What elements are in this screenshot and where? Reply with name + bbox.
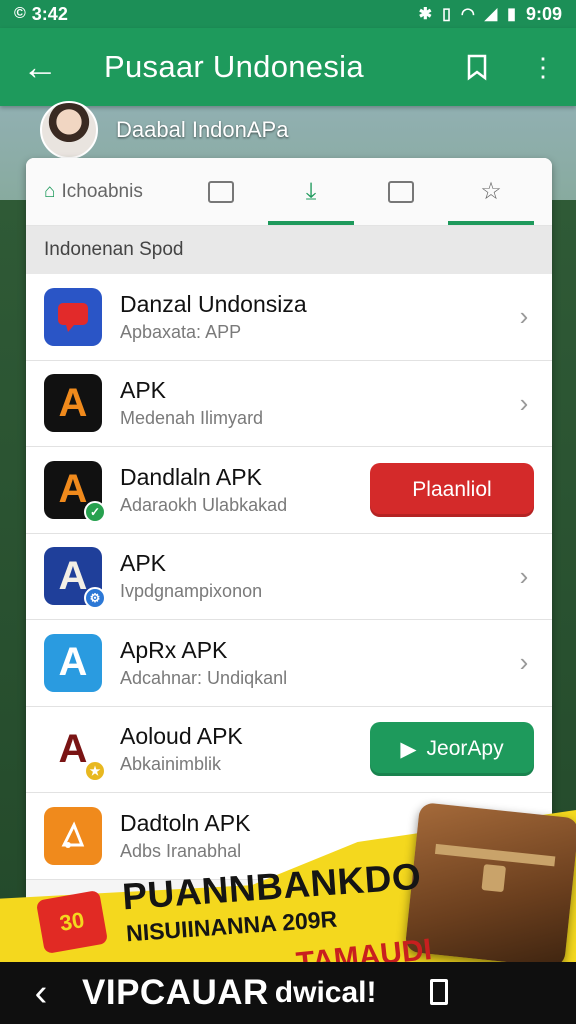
status-right: ✱ ▯ ◠ ◢ ▮ 9:09 [419, 4, 562, 25]
chat-bubble-glyph [58, 302, 88, 332]
tab-download[interactable]: ⤓ [266, 158, 356, 225]
bookmark-icon [467, 54, 487, 81]
chevron-right-icon[interactable]: › [514, 301, 534, 332]
battery-icon: ▮ [507, 6, 516, 23]
apk-icon: A ★ [44, 720, 106, 783]
profile-strip: Daabal IndonAPa [40, 101, 289, 159]
icon-letter: A [58, 380, 88, 425]
chat-icon [44, 287, 102, 346]
list-item[interactable]: A ⚙ APK Ivpdgnampixonon › [26, 533, 552, 620]
list-item-subtitle: Abkainimblik [120, 754, 222, 775]
bookmark-button[interactable] [444, 28, 510, 106]
status-bar: © 3:42 ✱ ▯ ◠ ◢ ▮ 9:09 [0, 0, 576, 28]
play-store-icon: ▶ [400, 737, 417, 761]
list-item-text: APK Ivpdgnampixonon [120, 550, 514, 602]
list-item[interactable]: Danzal Undonsiza Apbaxata: APP › [26, 274, 552, 361]
calendar-icon [208, 180, 234, 203]
list-item-subtitle: Ivpdgnampixonon [120, 581, 263, 602]
promo-logo-text: 30 [57, 907, 87, 936]
device-icon [388, 180, 414, 203]
more-options-button[interactable]: ⋮ [510, 28, 576, 106]
notification-icon: © [14, 5, 26, 22]
chevron-right-icon[interactable]: › [514, 388, 534, 419]
apk-icon: A ⚙ [44, 547, 106, 610]
list-item-subtitle: Medenah Ilimyard [120, 408, 264, 429]
list-item-title: Dandlaln APK [120, 463, 262, 490]
signal-icon: ◢ [484, 6, 498, 23]
icon-letter: A [58, 640, 88, 685]
star-badge-icon: ★ [84, 760, 106, 783]
tab-bar: ⌂ Ichoabnis ⤓ ☆ [26, 158, 552, 226]
chevron-right-icon[interactable]: › [514, 561, 534, 592]
icon-letter: A [58, 553, 88, 598]
list-item-text: APK Medenah Ilimyard [120, 377, 514, 429]
icon-letter: A [58, 726, 88, 771]
tab-home[interactable]: ⌂ Ichoabnis [26, 158, 176, 225]
gear-badge-icon: ⚙ [84, 587, 106, 610]
list-item-title: Danzal Undonsiza [120, 290, 307, 317]
status-left-text: 3:42 [31, 3, 68, 24]
open-button-label: JeorApy [426, 737, 504, 761]
status-time: 9:09 [525, 3, 562, 24]
arrow-left-icon: ← [22, 46, 58, 87]
wifi-icon: ◠ [460, 6, 475, 23]
list-item[interactable]: A ApRx APK Adcahnar: Undiqkanl › [26, 620, 552, 707]
profile-name: Daabal IndonAPa [116, 117, 289, 142]
chevron-left-icon: ‹ [34, 971, 48, 1014]
tab-calendar[interactable] [176, 158, 266, 225]
list-item-text: ApRx APK Adcahnar: Undiqkanl [120, 637, 514, 689]
list-item-text: Aoloud APK Abkainimblik [120, 723, 370, 775]
list-item-title: APK [120, 550, 167, 577]
vibrate-icon: ▯ [442, 6, 451, 23]
list-item-title: Aoloud APK [120, 723, 243, 750]
list-item-subtitle: Adaraokh Ulabkakad [120, 494, 288, 515]
install-button[interactable]: Plaanliol [370, 462, 534, 517]
apk-icon: A ✓ [44, 460, 106, 523]
download-box-icon: ⤓ [305, 177, 317, 205]
list-item[interactable]: A ★ Aoloud APK Abkainimblik ▶ JeorApy [26, 706, 552, 793]
list-item-title: ApRx APK [120, 636, 228, 663]
list-item-text: Dandlaln APK Adaraokh Ulabkakad [120, 464, 370, 516]
bottom-nav-bar: ‹ VIPCAUAR dwical! [0, 962, 576, 1024]
icon-letter: A [58, 467, 88, 512]
check-badge-icon: ✓ [84, 500, 106, 523]
bottom-bar-text: VIPCAUAR [82, 973, 269, 1012]
nav-back-button[interactable]: ‹ [0, 962, 82, 1024]
recent-apps-button[interactable] [430, 979, 448, 1005]
list-item[interactable]: A APK Medenah Ilimyard › [26, 360, 552, 447]
app-title: Pusaar Undonesia [104, 49, 364, 84]
promo-logo: 30 [35, 889, 109, 955]
app-list: Danzal Undonsiza Apbaxata: APP › A APK M… [26, 274, 552, 880]
status-left: © 3:42 [14, 4, 68, 25]
tab-home-label: Ichoabnis [61, 180, 143, 202]
list-item-text: Danzal Undonsiza Apbaxata: APP [120, 291, 514, 343]
tab-favorites[interactable]: ☆ [446, 158, 536, 225]
home-icon: ⌂ [44, 180, 56, 202]
list-item-subtitle: Apbaxata: APP [120, 321, 242, 342]
star-icon: ☆ [480, 178, 502, 205]
open-button[interactable]: ▶ JeorApy [370, 722, 534, 777]
more-vertical-icon: ⋮ [530, 51, 556, 82]
chevron-right-icon[interactable]: › [514, 647, 534, 678]
list-item-title: APK [120, 377, 167, 404]
list-item-subtitle: Adcahnar: Undiqkanl [120, 667, 288, 688]
section-label: Indonenan Spod [26, 226, 552, 274]
app-bar: ← Pusaar Undonesia ⋮ [0, 28, 576, 106]
list-item[interactable]: A ✓ Dandlaln APK Adaraokh Ulabkakad Plaa… [26, 447, 552, 534]
back-button[interactable]: ← [0, 28, 80, 106]
apk-icon: A [44, 633, 102, 692]
avatar[interactable] [40, 101, 98, 159]
apk-icon: A [44, 374, 102, 433]
tab-device[interactable] [356, 158, 446, 225]
bottom-bar-text-2: dwical! [274, 976, 377, 1009]
bluetooth-icon: ✱ [418, 6, 433, 23]
